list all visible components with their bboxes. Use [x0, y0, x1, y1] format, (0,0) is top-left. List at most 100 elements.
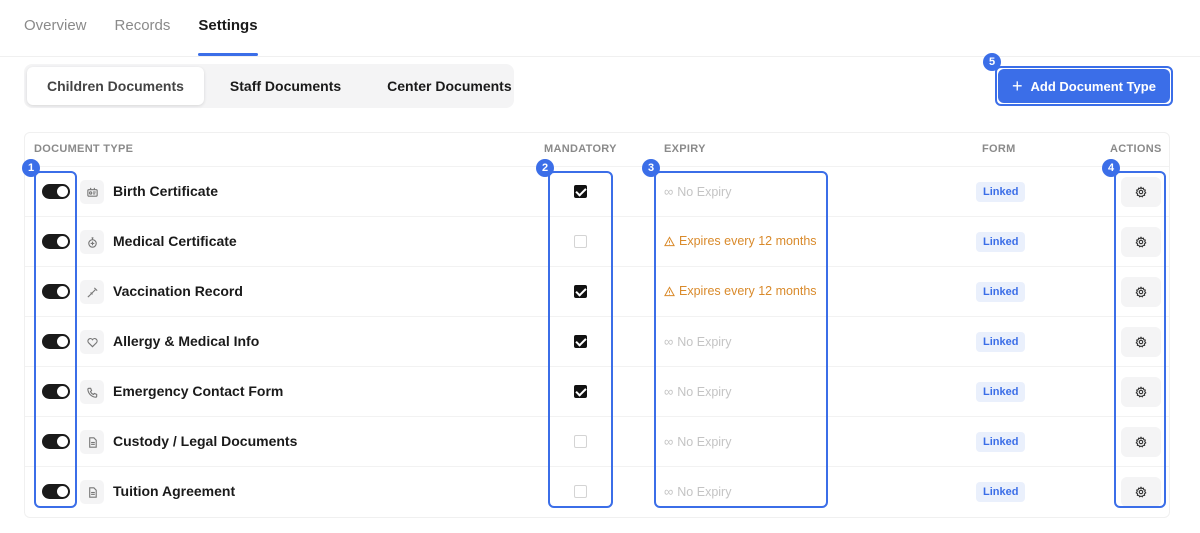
document-type-name: Custody / Legal Documents	[113, 433, 298, 449]
form-linked-badge[interactable]: Linked	[976, 282, 1026, 302]
table-row: Vaccination Record Expires every 12 month…	[25, 267, 1169, 317]
settings-button[interactable]	[1121, 227, 1161, 257]
gear-icon	[1135, 286, 1147, 298]
expiry-setting: ∞ No Expiry	[664, 484, 731, 499]
expiry-label: No Expiry	[677, 384, 732, 399]
infinity-icon: ∞	[664, 484, 674, 499]
table-row: Emergency Contact Form ∞ No Expiry Linked	[25, 367, 1169, 417]
mandatory-checkbox[interactable]	[574, 185, 587, 198]
gear-icon	[1135, 336, 1147, 348]
medical-icon	[80, 230, 104, 254]
expiry-label: Expires every 12 months	[679, 284, 817, 298]
annotation-marker-1: 1	[22, 159, 40, 177]
expiry-setting: Expires every 12 months	[664, 284, 817, 298]
gear-icon	[1135, 186, 1147, 198]
form-linked-badge[interactable]: Linked	[976, 432, 1026, 452]
header-mandatory: MANDATORY	[544, 143, 617, 155]
subtab-children-documents[interactable]: Children Documents	[27, 67, 204, 105]
document-type-name: Birth Certificate	[113, 183, 219, 199]
expiry-setting: ∞ No Expiry	[664, 334, 731, 349]
form-linked-badge[interactable]: Linked	[976, 332, 1026, 352]
form-linked-badge[interactable]: Linked	[976, 232, 1026, 252]
infinity-icon: ∞	[664, 434, 674, 449]
settings-button[interactable]	[1121, 477, 1161, 507]
settings-button[interactable]	[1121, 277, 1161, 307]
document-type-name: Allergy & Medical Info	[113, 333, 260, 349]
mandatory-checkbox[interactable]	[574, 335, 587, 348]
syringe-icon	[80, 280, 104, 304]
expiry-label: No Expiry	[677, 334, 732, 349]
document-category-tabs: Children Documents Staff Documents Cente…	[24, 64, 514, 108]
gear-icon	[1135, 436, 1147, 448]
file-icon	[80, 480, 104, 504]
enabled-toggle[interactable]	[42, 234, 70, 249]
enabled-toggle[interactable]	[42, 484, 70, 499]
annotation-marker-5: 5	[983, 53, 1001, 71]
form-linked-badge[interactable]: Linked	[976, 482, 1026, 502]
table-row: Tuition Agreement ∞ No Expiry Linked	[25, 467, 1169, 517]
settings-button[interactable]	[1121, 377, 1161, 407]
certificate-icon	[80, 180, 104, 204]
infinity-icon: ∞	[664, 384, 674, 399]
document-type-name: Medical Certificate	[113, 233, 237, 249]
subtab-center-documents[interactable]: Center Documents	[367, 67, 531, 105]
gear-icon	[1135, 386, 1147, 398]
gear-icon	[1135, 486, 1147, 498]
mandatory-checkbox[interactable]	[574, 485, 587, 498]
mandatory-checkbox[interactable]	[574, 235, 587, 248]
add-document-type-label: Add Document Type	[1030, 78, 1156, 94]
tab-settings[interactable]: Settings	[198, 0, 258, 56]
document-type-name: Emergency Contact Form	[113, 383, 284, 399]
document-type-name: Tuition Agreement	[113, 483, 236, 499]
top-nav: Overview Records Settings	[24, 0, 258, 56]
settings-button[interactable]	[1121, 177, 1161, 207]
tab-records[interactable]: Records	[115, 0, 171, 56]
infinity-icon: ∞	[664, 184, 674, 199]
subtab-staff-documents[interactable]: Staff Documents	[210, 67, 361, 105]
mandatory-checkbox[interactable]	[574, 385, 587, 398]
add-document-type-button[interactable]: + Add Document Type	[998, 69, 1170, 103]
mandatory-checkbox[interactable]	[574, 285, 587, 298]
top-divider	[0, 56, 1200, 57]
infinity-icon: ∞	[664, 334, 674, 349]
header-actions: ACTIONS	[1110, 143, 1162, 155]
warning-icon	[664, 235, 675, 246]
expiry-label: Expires every 12 months	[679, 234, 817, 248]
enabled-toggle[interactable]	[42, 184, 70, 199]
expiry-setting: Expires every 12 months	[664, 234, 817, 248]
enabled-toggle[interactable]	[42, 384, 70, 399]
header-form: FORM	[982, 143, 1016, 155]
expiry-setting: ∞ No Expiry	[664, 384, 731, 399]
header-document-type: DOCUMENT TYPE	[34, 143, 134, 155]
settings-button[interactable]	[1121, 327, 1161, 357]
enabled-toggle[interactable]	[42, 284, 70, 299]
expiry-setting: ∞ No Expiry	[664, 434, 731, 449]
annotation-marker-4: 4	[1102, 159, 1120, 177]
expiry-label: No Expiry	[677, 484, 732, 499]
file-icon	[80, 430, 104, 454]
enabled-toggle[interactable]	[42, 334, 70, 349]
document-types-table: DOCUMENT TYPE MANDATORY EXPIRY FORM ACTI…	[24, 132, 1170, 518]
form-linked-badge[interactable]: Linked	[976, 182, 1026, 202]
plus-icon: +	[1012, 76, 1023, 96]
table-row: Birth Certificate ∞ No Expiry Linked	[25, 167, 1169, 217]
mandatory-checkbox[interactable]	[574, 435, 587, 448]
annotation-marker-3: 3	[642, 159, 660, 177]
expiry-label: No Expiry	[677, 184, 732, 199]
expiry-setting: ∞ No Expiry	[664, 184, 731, 199]
enabled-toggle[interactable]	[42, 434, 70, 449]
settings-button[interactable]	[1121, 427, 1161, 457]
table-row: Custody / Legal Documents ∞ No Expiry Linke…	[25, 417, 1169, 467]
tab-overview[interactable]: Overview	[24, 0, 87, 56]
heart-icon	[80, 330, 104, 354]
form-linked-badge[interactable]: Linked	[976, 382, 1026, 402]
annotation-marker-2: 2	[536, 159, 554, 177]
expiry-label: No Expiry	[677, 434, 732, 449]
table-row: Allergy & Medical Info ∞ No Expiry Linked	[25, 317, 1169, 367]
phone-icon	[80, 380, 104, 404]
document-type-name: Vaccination Record	[113, 283, 243, 299]
table-header: DOCUMENT TYPE MANDATORY EXPIRY FORM ACTI…	[25, 133, 1169, 167]
gear-icon	[1135, 236, 1147, 248]
table-row: Medical Certificate Expires every 12 mont…	[25, 217, 1169, 267]
header-expiry: EXPIRY	[664, 143, 706, 155]
